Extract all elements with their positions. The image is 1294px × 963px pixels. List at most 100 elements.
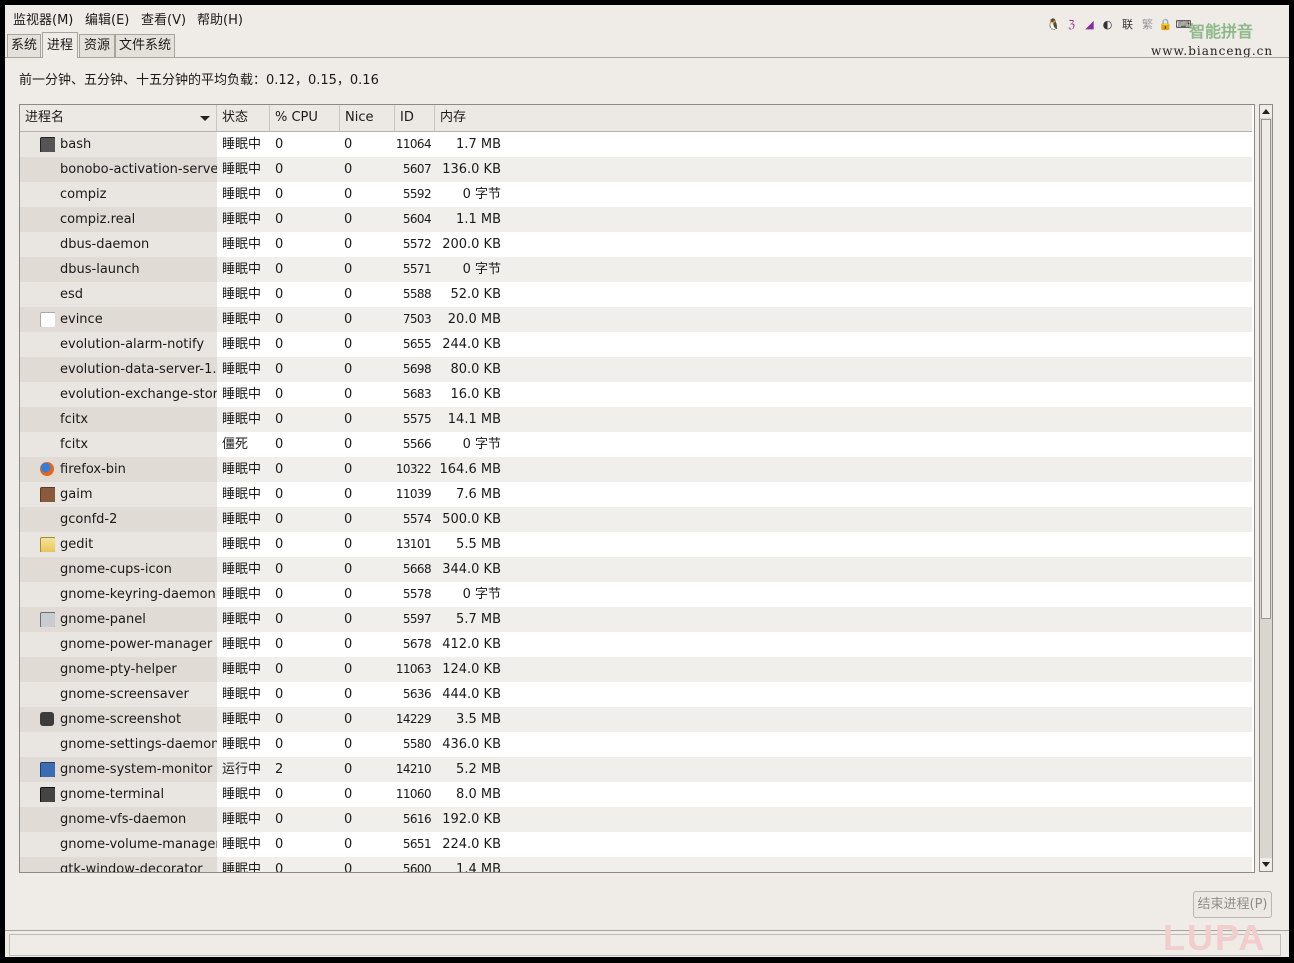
process-state: 睡眠中	[222, 787, 262, 802]
table-row[interactable]: compiz 睡眠中 0 0 5592 0 字节	[20, 182, 1252, 207]
menu-edit[interactable]: 编辑(E)	[85, 9, 129, 28]
process-name: fcitx	[60, 437, 89, 452]
table-row[interactable]: gnome-volume-manager 睡眠中 0 0 5651 224.0 KB	[20, 832, 1252, 857]
process-cpu: 0	[275, 662, 284, 677]
table-row[interactable]: gnome-panel 睡眠中 0 0 5597 5.7 MB	[20, 607, 1252, 632]
watermark: LUPA	[1163, 917, 1267, 957]
arrow-down-icon	[1262, 862, 1270, 867]
table-row[interactable]: dbus-launch 睡眠中 0 0 5571 0 字节	[20, 257, 1252, 282]
menu-monitor[interactable]: 监视器(M)	[13, 9, 73, 28]
process-name: evolution-alarm-notify	[60, 337, 205, 352]
process-nice: 0	[344, 237, 353, 252]
table-row[interactable]: gconfd-2 睡眠中 0 0 5574 500.0 KB	[20, 507, 1252, 532]
table-row[interactable]: gnome-cups-icon 睡眠中 0 0 5668 344.0 KB	[20, 557, 1252, 582]
table-row[interactable]: gnome-system-monitor 运行中 2 0 14210 5.2 MB	[20, 757, 1252, 782]
col-header-state[interactable]: 状态	[217, 105, 270, 131]
process-id: 5655	[402, 337, 431, 351]
process-memory: 7.6 MB	[456, 487, 501, 502]
table-row[interactable]: fcitx 僵死 0 0 5566 0 字节	[20, 432, 1252, 457]
process-state: 睡眠中	[222, 387, 262, 402]
process-memory: 244.0 KB	[442, 337, 501, 352]
table-row[interactable]: gedit 睡眠中 0 0 13101 5.5 MB	[20, 532, 1252, 557]
process-name: dbus-launch	[60, 262, 140, 277]
process-name: compiz.real	[60, 212, 136, 227]
tab-system[interactable]: 系统	[7, 34, 41, 57]
process-memory: 436.0 KB	[442, 737, 501, 752]
process-name: evolution-data-server-1.1	[60, 362, 217, 377]
table-row[interactable]: gnome-power-manager 睡眠中 0 0 5678 412.0 KB	[20, 632, 1252, 657]
col-header-id[interactable]: ID	[395, 105, 435, 131]
process-id: 14210	[395, 762, 431, 776]
process-name: bash	[60, 137, 92, 152]
process-name: firefox-bin	[60, 462, 126, 477]
col-header-memory[interactable]: 内存	[435, 105, 1252, 131]
table-header: 进程名 状态 % CPU Nice ID 内存	[20, 105, 1252, 132]
process-state: 睡眠中	[222, 312, 262, 327]
table-row[interactable]: gnome-pty-helper 睡眠中 0 0 11063 124.0 KB	[20, 657, 1252, 682]
process-name: dbus-daemon	[60, 237, 150, 252]
table-row[interactable]: evolution-alarm-notify 睡眠中 0 0 5655 244.0 KB	[20, 332, 1252, 357]
end-process-button[interactable]: 结束进程(P)	[1193, 891, 1272, 918]
table-row[interactable]: fcitx 睡眠中 0 0 5575 14.1 MB	[20, 407, 1252, 432]
table-row[interactable]: gnome-screensaver 睡眠中 0 0 5636 444.0 KB	[20, 682, 1252, 707]
table-row[interactable]: evince 睡眠中 0 0 7503 20.0 MB	[20, 307, 1252, 332]
vertical-scrollbar[interactable]	[1259, 104, 1273, 872]
process-nice: 0	[344, 387, 353, 402]
table-row[interactable]: evolution-exchange-storage 睡眠中 0 0 5683 16.0 …	[20, 382, 1252, 407]
table-row[interactable]: gnome-screenshot 睡眠中 0 0 14229 3.5 MB	[20, 707, 1252, 732]
menu-view[interactable]: 查看(V)	[141, 9, 186, 28]
process-memory: 0 字节	[462, 187, 501, 202]
gedit-icon	[40, 537, 55, 552]
col-header-nice[interactable]: Nice	[340, 105, 395, 131]
table-row[interactable]: gnome-settings-daemon 睡眠中 0 0 5580 436.0 KB	[20, 732, 1252, 757]
process-state: 睡眠中	[222, 212, 262, 227]
shell-icon	[40, 787, 55, 802]
table-row[interactable]: gnome-vfs-daemon 睡眠中 0 0 5616 192.0 KB	[20, 807, 1252, 832]
table-row[interactable]: dbus-daemon 睡眠中 0 0 5572 200.0 KB	[20, 232, 1252, 257]
scroll-down-button[interactable]	[1260, 858, 1272, 871]
tab-filesystems[interactable]: 文件系统	[115, 34, 175, 57]
process-nice: 0	[344, 662, 353, 677]
process-name: gnome-vfs-daemon	[60, 812, 187, 827]
process-id: 5683	[402, 387, 431, 401]
process-id: 11039	[395, 487, 431, 501]
process-nice: 0	[344, 287, 353, 302]
tab-resources[interactable]: 资源	[79, 34, 115, 57]
process-name: evince	[60, 312, 103, 327]
scroll-up-button[interactable]	[1260, 105, 1272, 118]
process-id: 10322	[395, 462, 431, 476]
table-body: bash 睡眠中 0 0 11064 1.7 MB bonobo-activation-se…	[20, 132, 1252, 872]
process-state: 睡眠中	[222, 187, 262, 202]
col-header-name[interactable]: 进程名	[20, 105, 217, 131]
system-monitor-window: 监视器(M) 编辑(E) 查看(V) 帮助(H) 🐧 ℨ ◢ ◐ 联 繁 🔒 ⌨…	[5, 5, 1289, 957]
process-name: gnome-screensaver	[60, 687, 189, 702]
table-row[interactable]: firefox-bin 睡眠中 0 0 10322 164.6 MB	[20, 457, 1252, 482]
table-row[interactable]: gnome-keyring-daemon 睡眠中 0 0 5578 0 字节	[20, 582, 1252, 607]
process-nice: 0	[344, 737, 353, 752]
process-memory: 344.0 KB	[442, 562, 501, 577]
process-memory: 224.0 KB	[442, 837, 501, 852]
table-row[interactable]: bonobo-activation-server 睡眠中 0 0 5607 136.0 K…	[20, 157, 1252, 182]
process-state: 睡眠中	[222, 712, 262, 727]
col-header-cpu[interactable]: % CPU	[270, 105, 340, 131]
process-memory: 0 字节	[462, 437, 501, 452]
table-row[interactable]: compiz.real 睡眠中 0 0 5604 1.1 MB	[20, 207, 1252, 232]
process-name: compiz	[60, 187, 107, 202]
process-cpu: 0	[275, 587, 284, 602]
process-id: 5698	[402, 362, 431, 376]
process-cpu: 0	[275, 537, 284, 552]
process-id: 5607	[402, 162, 431, 176]
table-row[interactable]: gaim 睡眠中 0 0 11039 7.6 MB	[20, 482, 1252, 507]
table-row[interactable]: bash 睡眠中 0 0 11064 1.7 MB	[20, 132, 1252, 157]
table-row[interactable]: gnome-terminal 睡眠中 0 0 11060 8.0 MB	[20, 782, 1252, 807]
tab-processes[interactable]: 进程	[42, 32, 78, 58]
table-row[interactable]: esd 睡眠中 0 0 5588 52.0 KB	[20, 282, 1252, 307]
menu-help[interactable]: 帮助(H)	[197, 9, 243, 28]
table-row[interactable]: evolution-data-server-1.1 睡眠中 0 0 5698 80.0 K…	[20, 357, 1252, 382]
process-memory: 1.1 MB	[456, 212, 501, 227]
process-name: gnome-settings-daemon	[60, 737, 217, 752]
scroll-thumb[interactable]	[1261, 119, 1271, 619]
process-cpu: 0	[275, 837, 284, 852]
process-cpu: 0	[275, 212, 284, 227]
table-row[interactable]: gtk-window-decorator 睡眠中 0 0 5600 1.4 MB	[20, 857, 1252, 872]
